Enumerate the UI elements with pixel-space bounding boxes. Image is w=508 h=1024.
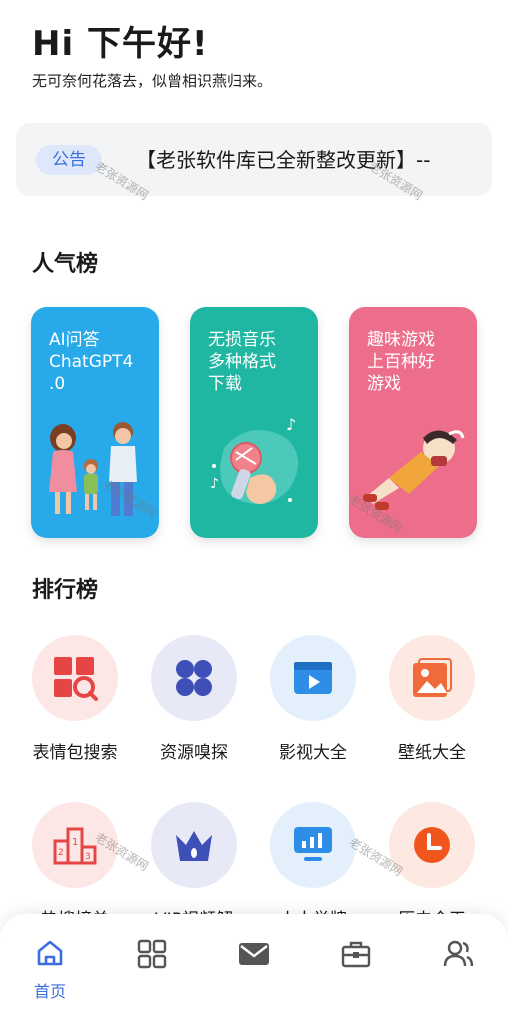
- ranking-section-title: 排行榜: [32, 578, 99, 603]
- tab-home[interactable]: 首页: [20, 938, 80, 1002]
- rank-item-sign-board[interactable]: 小人举牌: [258, 802, 368, 930]
- rank-item-resource-sniffer[interactable]: 资源嗅探: [139, 635, 249, 763]
- apps-icon: [137, 939, 167, 969]
- microphone-illustration: ♪ ♪: [210, 415, 299, 504]
- clock-icon: [389, 802, 475, 888]
- svg-text:3: 3: [85, 852, 91, 862]
- tab-home-label: 首页: [33, 982, 66, 1001]
- popular-section-title: 人气榜: [32, 252, 99, 277]
- rank-item-hot-search[interactable]: 1 2 3 热搜榜单: [20, 802, 130, 930]
- greeting-subtitle: 无可奈何花落去，似曾相识燕归来。: [32, 72, 273, 90]
- sign-board-icon: [270, 802, 356, 888]
- tab-toolbox[interactable]: [326, 938, 386, 970]
- tab-profile[interactable]: [428, 938, 488, 970]
- tab-apps[interactable]: [122, 938, 182, 970]
- image-icon: [389, 635, 475, 721]
- tab-messages[interactable]: [224, 938, 284, 970]
- home-icon: [37, 940, 63, 966]
- rank-item-vip-video[interactable]: VIP视频解: [139, 802, 249, 930]
- svg-text:2: 2: [58, 848, 64, 858]
- notice-text[interactable]: 【老张软件库已全新整改更新】--: [136, 145, 430, 175]
- rank-item-label: 壁纸大全: [398, 743, 466, 763]
- popular-card-music[interactable]: 无损音乐 多种格式 下载 ♪ ♪: [190, 307, 318, 538]
- greeting-title: Hi 下午好!: [32, 24, 209, 64]
- popular-card-label: AI问答 ChatGPT4 .0: [49, 330, 134, 394]
- rank-item-wallpapers[interactable]: 壁纸大全: [377, 635, 487, 763]
- popular-card-label: 无损音乐 多种格式 下载: [208, 330, 276, 394]
- popular-card-ai[interactable]: AI问答 ChatGPT4 .0: [31, 307, 159, 538]
- family-illustration: [49, 422, 137, 516]
- notice-bar[interactable]: 公告 【老张软件库已全新整改更新】--: [16, 123, 492, 196]
- rank-item-movies[interactable]: 影视大全: [258, 635, 368, 763]
- podium-icon: 1 2 3: [32, 802, 118, 888]
- clover-icon: [151, 635, 237, 721]
- mail-icon: [239, 943, 269, 965]
- rank-item-emoji-search[interactable]: 表情包搜索: [20, 635, 130, 763]
- users-icon: [443, 940, 474, 967]
- popular-card-label: 趣味游戏 上百种好 游戏: [367, 330, 435, 394]
- crown-icon: [151, 802, 237, 888]
- rank-item-history-today[interactable]: 历史今天: [377, 802, 487, 930]
- rank-item-label: 资源嗅探: [160, 743, 228, 763]
- popular-card-game[interactable]: 趣味游戏 上百种好 游戏: [349, 307, 477, 538]
- gamer-illustration: [363, 430, 465, 510]
- svg-text:1: 1: [72, 837, 78, 848]
- svg-text:♪: ♪: [210, 476, 219, 492]
- bottom-tab-bar: 首页: [0, 914, 508, 1024]
- notice-badge: 公告: [36, 145, 102, 175]
- svg-text:♪: ♪: [286, 415, 296, 434]
- rank-item-label: 影视大全: [279, 743, 347, 763]
- emoji-search-icon: [32, 635, 118, 721]
- rank-item-label: 表情包搜索: [32, 743, 118, 763]
- video-icon: [270, 635, 356, 721]
- toolbox-icon: [341, 941, 371, 968]
